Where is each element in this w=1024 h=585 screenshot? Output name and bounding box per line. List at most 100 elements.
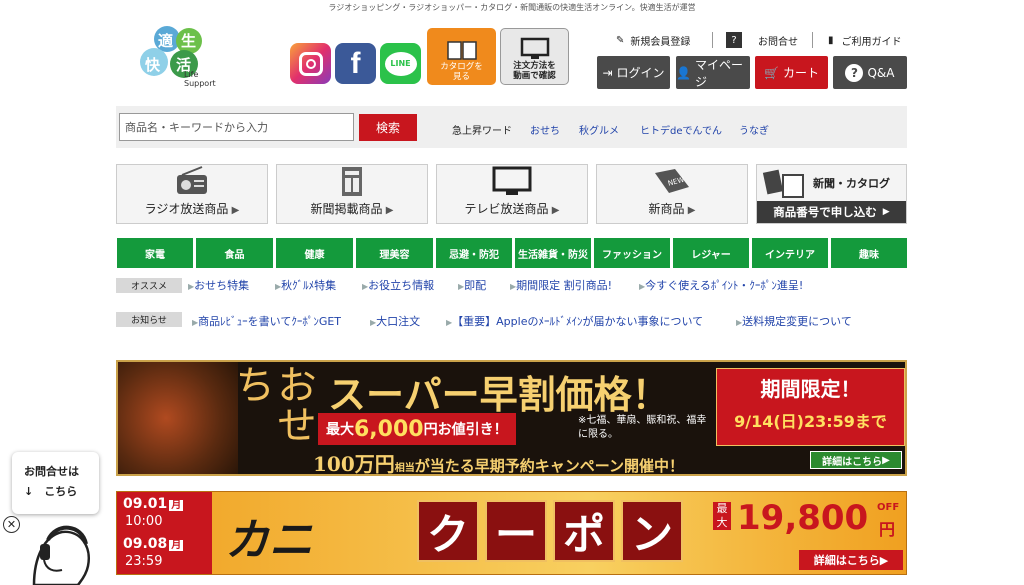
- notice-link[interactable]: 送料規定変更について: [736, 313, 852, 329]
- osusume-link[interactable]: お役立ち情報: [362, 277, 434, 293]
- nav-food[interactable]: 食品: [196, 238, 273, 268]
- food-image: [118, 362, 238, 474]
- contact-link[interactable]: ? お問合せ: [726, 30, 798, 50]
- float-contact[interactable]: お問合せは ↓ こちら: [12, 452, 99, 514]
- trend-word[interactable]: おせち: [530, 122, 560, 137]
- trend-word[interactable]: 秋グルメ: [579, 122, 619, 137]
- nav-beauty[interactable]: 理美容: [356, 238, 433, 268]
- user-icon: 👤: [676, 65, 691, 80]
- monitor-icon: [520, 37, 549, 59]
- question-icon: ?: [845, 63, 864, 82]
- category-radio[interactable]: ラジオ放送商品: [116, 164, 268, 224]
- site-tagline: ラジオショッピング・ラジオショッパー・カタログ・新聞通販の快適生活オンライン。快…: [328, 3, 696, 12]
- catalog-box-title: 新聞・カタログ: [813, 177, 890, 190]
- search-button[interactable]: 検索: [359, 114, 417, 141]
- mypage-button[interactable]: 👤 マイページ: [676, 56, 750, 89]
- category-label: ラジオ放送商品: [145, 200, 240, 217]
- nav-health[interactable]: 健康: [276, 238, 353, 268]
- category-label: テレビ放送商品: [465, 200, 560, 217]
- banner-note: ※七福、華扇、賑和祝、福幸に限る。: [578, 415, 707, 440]
- trend-label: 急上昇ワード: [452, 126, 512, 137]
- new-tag-icon: NEW: [655, 169, 689, 193]
- order-video-button[interactable]: 注文方法を動画で確認: [500, 28, 569, 85]
- nav-hobby[interactable]: 趣味: [831, 238, 907, 268]
- radio-icon: [177, 166, 207, 194]
- contact-label: お問合せ: [758, 36, 798, 48]
- catalog-icon: [762, 169, 804, 198]
- float-contact-line: お問合せは: [24, 465, 79, 478]
- pencil-icon: ✎: [616, 34, 625, 46]
- osusume-link[interactable]: 秋ｸﾞﾙﾒ特集: [275, 277, 336, 293]
- osusume-link[interactable]: 即配: [458, 277, 486, 293]
- search-input[interactable]: 商品名・キーワードから入力: [119, 113, 354, 141]
- logo-sub: Life: [184, 70, 199, 79]
- notice-link[interactable]: 【重要】Appleのﾒｰﾙﾄﾞﾒｲﾝが届かない事象について: [446, 313, 703, 329]
- max-discount: 最大 19,800 OFF 円: [713, 498, 903, 542]
- nav-appliances[interactable]: 家電: [117, 238, 193, 268]
- line-icon[interactable]: LINE: [380, 43, 421, 84]
- trend-word[interactable]: ヒトデdeでんでん: [640, 122, 722, 137]
- login-icon: ⇥: [602, 65, 613, 80]
- register-link[interactable]: ✎ 新規会員登録: [616, 30, 690, 50]
- close-icon[interactable]: ✕: [3, 516, 20, 533]
- category-label: 新聞掲載商品: [311, 200, 394, 217]
- cart-icon: 🛒: [764, 65, 779, 80]
- osusume-tag: オススメ: [116, 278, 182, 293]
- login-button[interactable]: ⇥ ログイン: [597, 56, 670, 89]
- book-icon: [446, 41, 477, 60]
- mypage-label: マイページ: [694, 57, 743, 89]
- facebook-icon[interactable]: f: [335, 43, 376, 84]
- guide-label: ご利用ガイド: [841, 36, 902, 48]
- nav-fashion[interactable]: ファッション: [594, 238, 670, 268]
- divider: [812, 32, 813, 48]
- float-contact-line: ↓ こちら: [24, 485, 78, 498]
- register-label: 新規会員登録: [630, 36, 691, 48]
- site-logo[interactable]: 適 生 快 活 Life Support: [136, 24, 220, 88]
- notice-tag: お知らせ: [116, 312, 182, 327]
- category-newspaper[interactable]: 新聞掲載商品: [276, 164, 428, 224]
- banner-headline: スーパー早割価格！: [328, 373, 670, 417]
- trend-word[interactable]: うなぎ: [739, 122, 769, 137]
- logo-char: 適: [158, 32, 174, 50]
- discount-box: 最大 6,000 円お値引き！: [318, 413, 516, 445]
- nav-security[interactable]: 忌避・防犯: [436, 238, 512, 268]
- banner1-detail-button[interactable]: 詳細はこちら ▶: [810, 451, 902, 469]
- limited-box: 期間限定！ 9/14(日)23:59まで: [716, 368, 905, 446]
- logo-char: 快: [145, 56, 161, 74]
- tv-icon: [492, 166, 532, 195]
- guide-link[interactable]: ▮ ご利用ガイド: [828, 30, 902, 50]
- cart-label: カート: [782, 66, 819, 80]
- qa-label: Q&A: [867, 65, 895, 80]
- catalog-button[interactable]: カタログを見る: [427, 28, 496, 85]
- logo-sub: Support: [184, 79, 216, 88]
- category-tv[interactable]: テレビ放送商品: [436, 164, 588, 224]
- banner2-detail-button[interactable]: 詳細はこちら ▶: [799, 550, 903, 570]
- divider: [712, 32, 713, 48]
- notice-link[interactable]: 大口注文: [370, 313, 420, 329]
- nav-interior[interactable]: インテリア: [752, 238, 828, 268]
- category-new[interactable]: NEW 新商品: [596, 164, 748, 224]
- osusume-link[interactable]: 期間限定 割引商品!: [510, 277, 612, 293]
- osusume-link[interactable]: 今すぐ使えるﾎﾟｲﾝﾄ・ｸｰﾎﾟﾝ進呈!: [639, 277, 803, 293]
- crab-coupon-banner[interactable]: 09.01 月 10:00 09.08 月 23:59 カニ ク ー ポ ン 最大 …: [116, 491, 907, 575]
- category-label: 新商品: [649, 200, 696, 217]
- book-icon: ▮: [828, 34, 834, 46]
- notice-link[interactable]: 商品ﾚﾋﾞｭｰを書いてｸｰﾎﾟﾝGET: [192, 313, 341, 329]
- cart-button[interactable]: 🛒 カート: [755, 56, 828, 89]
- qa-button[interactable]: ? Q&A: [833, 56, 907, 89]
- logo-char: 生: [181, 32, 197, 50]
- nav-leisure[interactable]: レジャー: [673, 238, 749, 268]
- login-label: ログイン: [616, 66, 665, 80]
- line-label: LINE: [384, 51, 417, 76]
- nav-household[interactable]: 生活雑貨・防災: [515, 238, 591, 268]
- osusume-link[interactable]: おせち特集: [188, 277, 249, 293]
- campaign-text: 100万円相当が当たる早期予約キャンペーン開催中！: [313, 452, 685, 476]
- osechi-banner[interactable]: おせち スーパー早割価格！ 最大 6,000 円お値引き！ ※七福、華扇、賑和祝、福…: [116, 360, 907, 476]
- coupon-tiles: ク ー ポ ン: [417, 500, 683, 562]
- question-icon: ?: [726, 32, 742, 48]
- instagram-icon[interactable]: [290, 43, 331, 84]
- catalog-label: カタログを見る: [440, 62, 483, 82]
- operator-icon: [32, 525, 91, 585]
- catalog-order-box[interactable]: 新聞・カタログ 商品番号で申し込む ▶: [756, 164, 907, 224]
- osechi-title: おせち: [228, 364, 316, 444]
